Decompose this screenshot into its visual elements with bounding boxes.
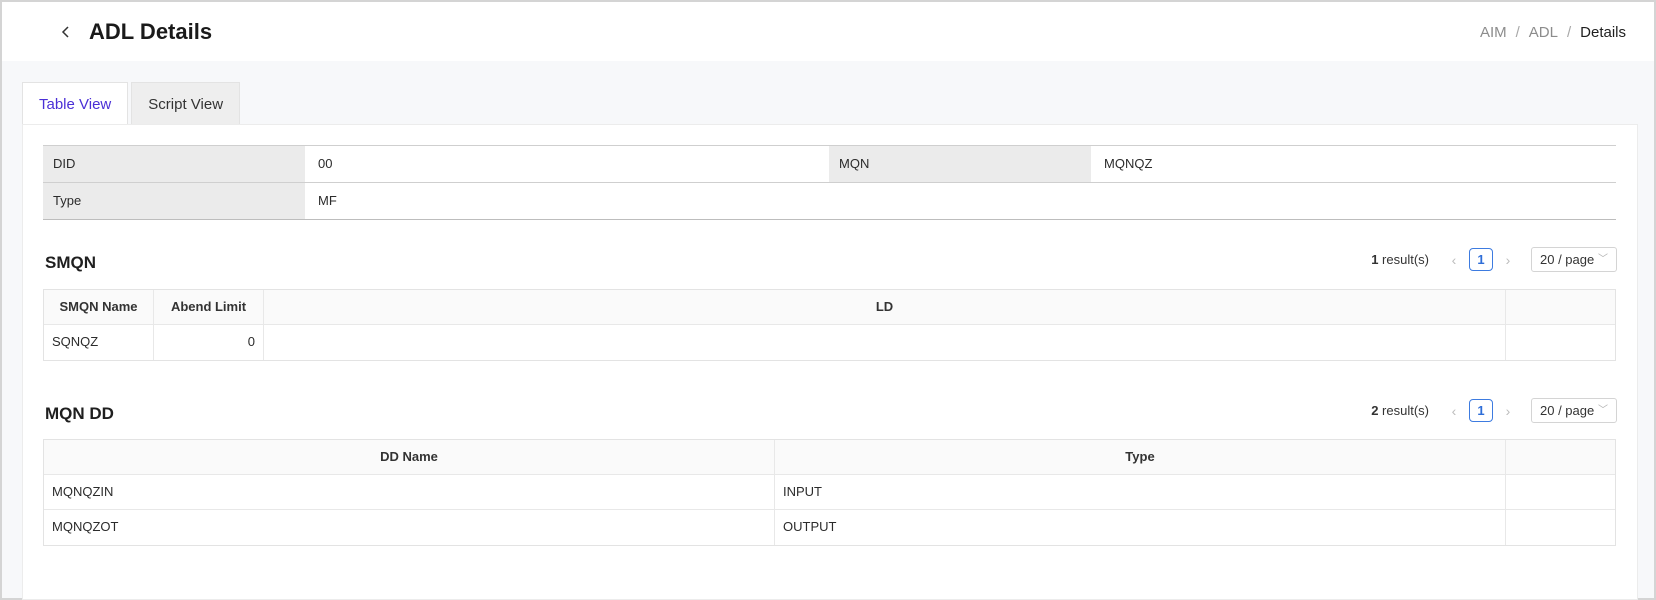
page-size-select[interactable]: 20 / page ﹀ (1531, 247, 1617, 272)
table-cell: MQNQZIN (44, 475, 775, 509)
result-count: 2 result(s) (1371, 403, 1429, 418)
chevron-down-icon: ﹀ (1598, 254, 1608, 265)
app-frame: ADL Details AIM / ADL / Details Table Vi… (0, 0, 1656, 600)
breadcrumb-item-details: Details (1580, 24, 1626, 41)
result-count: 1 result(s) (1371, 252, 1429, 267)
table-cell: MQNQZOT (44, 510, 775, 545)
column-header[interactable]: DD Name (44, 440, 775, 474)
smqn-section-title: SMQN (45, 253, 96, 272)
table-header-row: SMQN Name Abend Limit LD (44, 290, 1615, 325)
page-number-button[interactable]: 1 (1469, 248, 1493, 271)
column-header[interactable]: SMQN Name (44, 290, 154, 324)
table-row[interactable]: SQNQZ 0 (44, 325, 1615, 360)
breadcrumb-separator: / (1566, 24, 1572, 41)
view-tabs: Table View Script View (22, 82, 241, 125)
info-row: Type MF (43, 183, 1616, 220)
smqn-pagination: 1 result(s) ‹ 1 › 20 / page ﹀ (1371, 247, 1617, 272)
smqn-table: SMQN Name Abend Limit LD SQNQZ 0 (43, 289, 1616, 361)
column-header[interactable]: Abend Limit (154, 290, 264, 324)
chevron-right-icon[interactable]: › (1499, 252, 1517, 268)
type-label: Type (43, 183, 305, 219)
breadcrumb-item-aim[interactable]: AIM (1480, 23, 1507, 43)
type-value: MF (318, 193, 337, 208)
table-cell (1506, 510, 1533, 545)
table-cell: 0 (154, 325, 264, 360)
mqn-label: MQN (829, 146, 1091, 182)
did-value: 00 (318, 156, 333, 171)
breadcrumb-separator: / (1515, 24, 1520, 41)
breadcrumb: AIM / ADL / Details (1480, 23, 1626, 43)
page-title: ADL Details (89, 19, 213, 44)
mqn-value: MQNQZ (1104, 156, 1153, 171)
chevron-left-icon (61, 26, 69, 38)
chevron-down-icon: ﹀ (1598, 405, 1608, 416)
table-header-row: DD Name Type (44, 440, 1615, 475)
page-header: ADL Details AIM / ADL / Details (2, 2, 1654, 61)
tab-table-view[interactable]: Table View (22, 82, 129, 125)
info-table: DID 00 MQN MQNQZ Type MF (43, 145, 1616, 220)
page-size-select[interactable]: 20 / page ﹀ (1531, 398, 1617, 423)
table-cell: INPUT (775, 475, 1506, 509)
table-cell: OUTPUT (775, 510, 1506, 545)
table-cell (264, 325, 1506, 360)
table-cell: SQNQZ (44, 325, 154, 360)
table-cell (1506, 475, 1533, 509)
back-button[interactable] (54, 20, 78, 44)
mqn-dd-pagination: 2 result(s) ‹ 1 › 20 / page ﹀ (1371, 398, 1617, 423)
table-cell (1506, 325, 1533, 360)
did-label: DID (43, 146, 305, 182)
column-header[interactable]: Type (775, 440, 1506, 474)
column-header[interactable]: LD (264, 290, 1506, 324)
page-number-button[interactable]: 1 (1469, 399, 1493, 422)
chevron-left-icon[interactable]: ‹ (1445, 252, 1463, 268)
info-row: DID 00 MQN MQNQZ (43, 146, 1616, 183)
mqn-dd-table: DD Name Type MQNQZIN INPUT MQNQZOT OUTPU… (43, 439, 1616, 546)
chevron-left-icon[interactable]: ‹ (1445, 403, 1463, 419)
content-panel: DID 00 MQN MQNQZ Type MF SMQN 1 result(s… (22, 124, 1638, 600)
column-header-empty (1506, 440, 1533, 474)
table-row[interactable]: MQNQZOT OUTPUT (44, 510, 1615, 545)
mqn-dd-section-title: MQN DD (45, 404, 114, 423)
tab-script-view[interactable]: Script View (131, 82, 241, 125)
chevron-right-icon[interactable]: › (1499, 403, 1517, 419)
table-row[interactable]: MQNQZIN INPUT (44, 475, 1615, 510)
breadcrumb-item-adl[interactable]: ADL (1529, 23, 1558, 43)
column-header-empty (1506, 290, 1533, 324)
